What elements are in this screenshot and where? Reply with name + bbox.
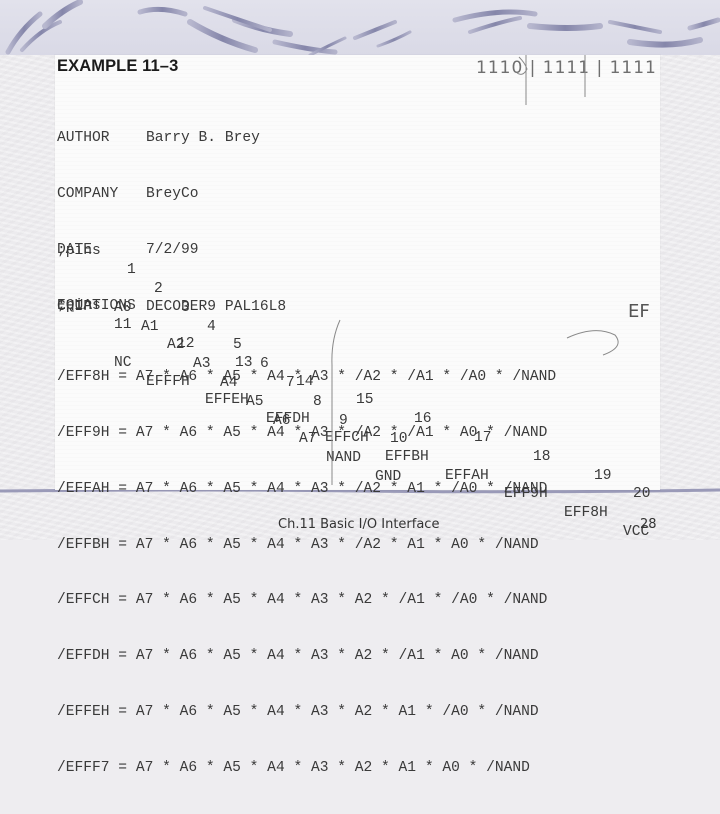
equations-list: /EFF8H = A7 * A6 * A5 * A4 * A3 * /A2 * … (57, 331, 556, 814)
handwritten-note: EF (628, 301, 650, 322)
equation-line: /EFFAH = A7 * A6 * A5 * A4 * A3 * /A2 * … (57, 480, 548, 497)
pin-numbers-1: ;pins 1 2 3 4 5 6 7 8 9 10 (57, 243, 408, 448)
equation-line: /EFFF7 = A7 * A6 * A5 * A4 * A3 * A2 * A… (57, 759, 530, 776)
equations-label: EQUATIONS (57, 298, 136, 314)
equation-line: /EFF8H = A7 * A6 * A5 * A4 * A3 * /A2 * … (57, 369, 557, 386)
equation-line: /EFFBH = A7 * A6 * A5 * A4 * A3 * /A2 * … (57, 536, 539, 553)
example-title: EXAMPLE 11–3 (57, 57, 179, 75)
equation-line: /EFFEH = A7 * A6 * A5 * A4 * A3 * A2 * A… (57, 703, 539, 720)
equation-line: /EFFCH = A7 * A6 * A5 * A4 * A3 * A2 * /… (57, 592, 548, 609)
scanned-document: EXAMPLE 11–3 1110 | 1111 | 1111 AUTHOR Ba… (55, 55, 660, 776)
page-number: 28 (640, 517, 657, 532)
equation-line: /EFFDH = A7 * A6 * A5 * A4 * A3 * A2 * /… (57, 648, 539, 665)
footer-title: Ch.11 Basic I/O Interface (278, 517, 440, 532)
pin-numbers-2: ;pins 11 12 13 14 15 16 17 18 19 20 (57, 298, 651, 503)
handwritten-bits: 1110 | 1111 | 1111 (476, 58, 657, 78)
decorative-swooshes (5, 0, 720, 57)
field-author: AUTHOR Barry B. Brey (57, 129, 260, 146)
equation-line: /EFF9H = A7 * A6 * A5 * A4 * A3 * /A2 * … (57, 424, 548, 441)
